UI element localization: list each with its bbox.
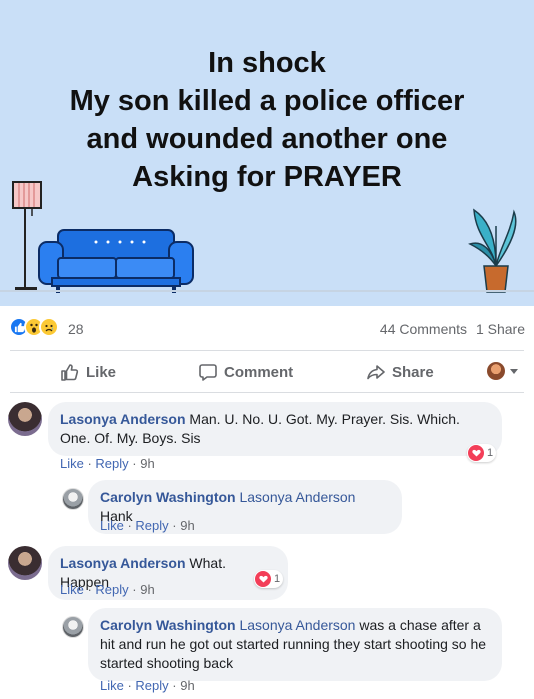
post-action-bar: Like Comment Share xyxy=(0,352,534,392)
comment-reaction-badge[interactable]: 1 xyxy=(467,444,497,462)
reaction-profile-selector[interactable] xyxy=(487,362,518,380)
comment-reply-link[interactable]: Reply xyxy=(95,456,128,471)
comment-meta: Like · Reply · 9h xyxy=(60,456,155,471)
shares-count[interactable]: 1 Share xyxy=(476,321,525,337)
post-text: In shock My son killed a police officer … xyxy=(69,47,465,193)
reaction-count[interactable]: 28 xyxy=(68,321,84,337)
comment-author[interactable]: Lasonya Anderson xyxy=(60,555,186,571)
sofa-illustration xyxy=(38,229,194,293)
avatar[interactable] xyxy=(62,616,84,638)
comment-reaction-badge[interactable]: 1 xyxy=(254,570,284,588)
comment-time[interactable]: 9h xyxy=(140,456,154,471)
engagement-counts: 44 Comments 1 Share xyxy=(380,321,525,337)
comments-count[interactable]: 44 Comments xyxy=(380,321,467,337)
share-arrow-icon xyxy=(367,365,385,380)
heart-icon xyxy=(468,445,484,461)
heart-icon xyxy=(255,571,271,587)
avatar[interactable] xyxy=(8,546,42,580)
status-post-background: In shock My son killed a police officer … xyxy=(0,0,534,306)
comment-reaction-count: 1 xyxy=(274,573,281,585)
comment-like-link[interactable]: Like xyxy=(100,518,124,533)
divider xyxy=(10,392,524,393)
sad-reaction-icon xyxy=(39,317,59,337)
comment-like-link[interactable]: Like xyxy=(60,582,84,597)
comment-button-label: Comment xyxy=(224,363,294,381)
floor-line xyxy=(0,290,534,292)
comment-mention[interactable]: Lasonya Anderson xyxy=(239,489,355,505)
share-button[interactable]: Share xyxy=(366,362,434,382)
chevron-down-icon xyxy=(510,368,518,374)
comment-button[interactable]: Comment xyxy=(198,362,293,382)
divider xyxy=(10,350,524,351)
comment-like-link[interactable]: Like xyxy=(60,456,84,471)
like-button[interactable]: Like xyxy=(60,362,116,382)
comment-reaction-count: 1 xyxy=(487,447,494,459)
profile-avatar xyxy=(487,362,505,380)
avatar[interactable] xyxy=(62,488,84,510)
comment-bubble: Carolyn Washington Lasonya Anderson was … xyxy=(88,608,502,681)
comment-time[interactable]: 9h xyxy=(180,518,194,533)
comment-reply-link[interactable]: Reply xyxy=(135,518,168,533)
comment-reply-link[interactable]: Reply xyxy=(95,582,128,597)
comment-time[interactable]: 9h xyxy=(180,678,194,693)
share-button-label: Share xyxy=(392,363,434,381)
comment-like-link[interactable]: Like xyxy=(100,678,124,693)
comment-icon xyxy=(199,364,217,381)
comment-meta: Like · Reply · 9h xyxy=(100,518,195,533)
reaction-icons[interactable] xyxy=(9,317,59,337)
comment-meta: Like · Reply · 9h xyxy=(100,678,195,693)
avatar[interactable] xyxy=(8,402,42,436)
comment-author[interactable]: Carolyn Washington xyxy=(100,617,236,633)
comment-meta: Like · Reply · 9h xyxy=(60,582,155,597)
comment-reply-link[interactable]: Reply xyxy=(135,678,168,693)
comment-bubble: Lasonya Anderson Man. U. No. U. Got. My.… xyxy=(48,402,502,456)
comment-time[interactable]: 9h xyxy=(140,582,154,597)
like-button-label: Like xyxy=(86,363,117,381)
comment-mention[interactable]: Lasonya Anderson xyxy=(239,617,355,633)
potted-plant-illustration xyxy=(468,208,517,293)
reaction-summary: 28 44 Comments 1 Share xyxy=(0,306,534,350)
comment-author[interactable]: Lasonya Anderson xyxy=(60,411,186,427)
thumbs-up-icon xyxy=(61,364,79,381)
comment-author[interactable]: Carolyn Washington xyxy=(100,489,236,505)
